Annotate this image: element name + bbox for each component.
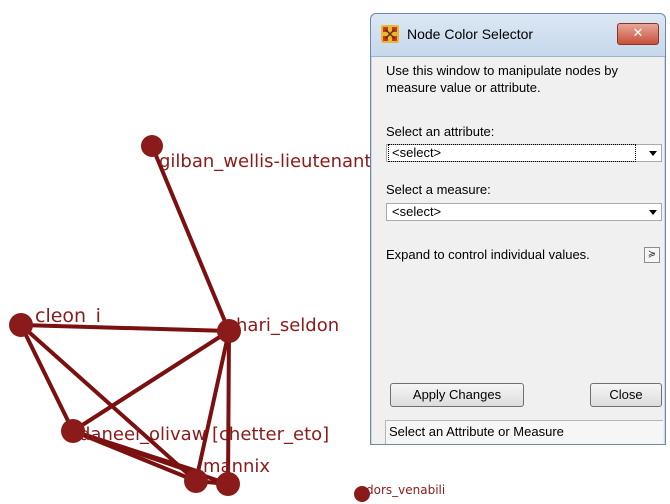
expand-toggle-button[interactable]: ≽	[644, 247, 660, 263]
node-color-selector-dialog: Node Color Selector ✕ Use this window to…	[370, 13, 666, 445]
label-cleon: cleon_i	[35, 305, 101, 327]
apply-changes-button[interactable]: Apply Changes	[390, 383, 524, 407]
label-dors: dors_venabili	[366, 483, 445, 497]
node-color-app-icon	[381, 25, 399, 43]
chevron-down-icon	[649, 210, 657, 215]
close-icon: ✕	[632, 26, 644, 41]
edge-gilban-hari	[150, 144, 231, 333]
label-daneel: daneel_olivaw	[79, 424, 206, 445]
chevron-down-icon	[649, 151, 657, 156]
status-bar: Select an Attribute or Measure	[385, 420, 663, 444]
dialog-content: Use this window to manipulate nodes by m…	[372, 57, 664, 444]
edge-cleon-daneel	[19, 323, 75, 433]
edge-cleon-mannix	[19, 323, 198, 483]
dialog-title: Node Color Selector	[407, 26, 534, 42]
attribute-select[interactable]: <select>	[386, 144, 662, 162]
label-gilban: gilban_wellis-lieutenant	[159, 151, 371, 172]
label-mannix: mannix	[203, 456, 270, 477]
node-cleon[interactable]	[9, 313, 33, 337]
label-chetter: [chetter_eto]	[212, 424, 329, 445]
dialog-description: Use this window to manipulate nodes by m…	[386, 63, 618, 95]
label-hari: hari_seldon	[236, 315, 339, 336]
measure-select[interactable]: <select>	[386, 203, 662, 221]
window-close-button[interactable]: ✕	[617, 23, 659, 45]
close-button[interactable]: Close	[590, 383, 662, 407]
measure-select-value: <select>	[392, 204, 442, 219]
attribute-select-value: <select>	[388, 144, 636, 162]
measure-label: Select a measure:	[386, 182, 491, 197]
double-chevron-down-icon: ≽	[647, 249, 657, 260]
attribute-label: Select an attribute:	[386, 124, 495, 139]
expand-label: Expand to control individual values.	[386, 247, 590, 262]
dialog-titlebar[interactable]: Node Color Selector ✕	[371, 14, 665, 57]
edge-hari-daneel-b	[82, 329, 231, 426]
